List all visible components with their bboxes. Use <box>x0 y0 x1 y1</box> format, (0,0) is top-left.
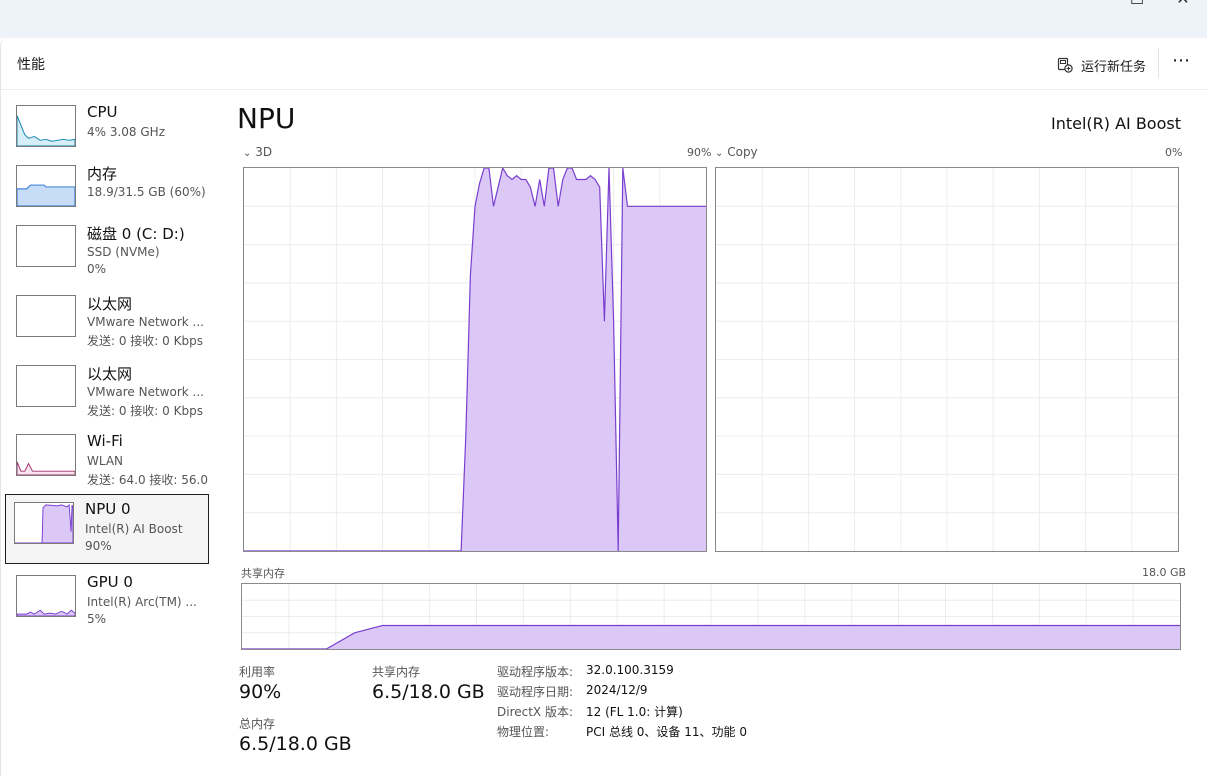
sidebar-thumbnail-graph <box>16 225 76 267</box>
driver-date-label: 驱动程序日期: <box>497 685 574 699</box>
utilization-value: 90% <box>239 681 282 703</box>
graph-3d-percent: 90% <box>687 146 712 159</box>
chevron-down-icon: ⌄ <box>243 148 252 159</box>
more-icon: ⋯ <box>1172 50 1190 71</box>
sidebar-item[interactable]: Wi-Fi WLAN 发送: 64.0 接收: 56.0 K <box>7 426 211 496</box>
sidebar-item-detail: 发送: 0 接收: 0 Kbps <box>87 404 203 418</box>
sidebar-item-detail: 90% <box>85 539 112 553</box>
driver-version-value: 32.0.100.3159 <box>586 663 674 677</box>
sidebar-thumbnail-graph <box>16 434 76 476</box>
sidebar-sparkline <box>17 461 75 475</box>
graph-copy-selector[interactable]: ⌄ Copy <box>715 145 758 159</box>
sidebar-item-title: 以太网 <box>87 365 133 383</box>
page-title: 性能 <box>17 57 45 73</box>
run-task-icon <box>1057 57 1073 73</box>
sidebar-item-subtitle: 4% 3.08 GHz <box>87 125 166 139</box>
graph-copy-label: Copy <box>727 145 758 159</box>
shared-memory-label: 共享内存 <box>241 567 285 580</box>
run-new-task-label: 运行新任务 <box>1081 59 1147 75</box>
sidebar-item-subtitle: SSD (NVMe) <box>87 245 160 259</box>
device-title: NPU <box>237 102 296 135</box>
run-new-task-button[interactable]: 运行新任务 <box>1057 54 1146 76</box>
shared-memory-stat-label: 共享内存 <box>372 665 421 679</box>
sidebar-thumbnail-graph <box>14 502 74 544</box>
graph-3d-label: 3D <box>255 145 273 159</box>
header-divider <box>1158 48 1159 78</box>
sidebar-item-detail: 5% <box>87 612 107 626</box>
minimize-button[interactable]: — <box>1070 0 1116 12</box>
sidebar-item-subtitle: Intel(R) AI Boost <box>85 522 183 536</box>
performance-panel: 性能 运行新任务 ⋯ CPU 4% 3.08 GHz 内存 18.9/31.5 GB … <box>0 38 1207 776</box>
sidebar-item[interactable]: GPU 0 Intel(R) Arc(TM) ... 5% <box>7 567 208 637</box>
close-button[interactable]: ✕ <box>1160 0 1206 12</box>
sidebar-item-title: GPU 0 <box>87 573 133 591</box>
driver-date-value: 2024/12/9 <box>586 683 648 697</box>
shared-memory-graph <box>241 583 1181 650</box>
sidebar-item[interactable]: NPU 0 Intel(R) AI Boost 90% <box>5 494 209 564</box>
graph-3d <box>243 167 707 552</box>
sidebar-thumbnail-graph <box>16 575 76 617</box>
sidebar-thumbnail-graph <box>16 365 76 407</box>
sidebar-sparkline <box>17 609 75 616</box>
shared-memory-series-area <box>242 625 1180 649</box>
chevron-down-icon: ⌄ <box>715 148 724 159</box>
driver-version-label: 驱动程序版本: <box>497 665 574 679</box>
directx-version-value: 12 (FL 1.0: 计算) <box>586 705 683 719</box>
total-memory-value: 6.5/18.0 GB <box>239 733 352 755</box>
graph-copy-percent: 0% <box>1165 146 1183 159</box>
utilization-label: 利用率 <box>239 665 276 679</box>
maximize-button[interactable]: ☐ <box>1114 0 1160 12</box>
shared-memory-max: 18.0 GB <box>1142 566 1187 579</box>
sidebar-item-subtitle: VMware Network ... <box>87 385 204 399</box>
graph-copy <box>715 167 1179 552</box>
sidebar-item-title: 磁盘 0 (C: D:) <box>87 225 185 243</box>
graph-3d-selector[interactable]: ⌄ 3D <box>243 145 272 159</box>
physical-location-value: PCI 总线 0、设备 11、功能 0 <box>586 725 747 739</box>
sidebar-sparkline <box>17 184 75 206</box>
title-bar: — ☐ ✕ <box>0 0 1207 38</box>
sidebar-item-title: 内存 <box>87 165 118 183</box>
sidebar-item[interactable]: 以太网 VMware Network ... 发送: 0 接收: 0 Kbps <box>7 357 208 427</box>
sidebar-thumbnail-graph <box>16 295 76 337</box>
page-header: 性能 运行新任务 ⋯ <box>1 38 1207 90</box>
sidebar-item-title: 以太网 <box>87 295 133 313</box>
graph-copy-plot <box>716 168 1178 551</box>
sidebar-item-detail: 0% <box>87 262 107 276</box>
sidebar-item-title: NPU 0 <box>85 500 131 518</box>
sidebar-item-detail: 发送: 0 接收: 0 Kbps <box>87 334 203 348</box>
minimize-icon: — <box>1085 0 1101 8</box>
sidebar-item-subtitle: 18.9/31.5 GB (60%) <box>87 185 206 199</box>
graph-3d-plot <box>244 168 706 551</box>
sidebar-item-subtitle: WLAN <box>87 454 124 468</box>
physical-location-label: 物理位置: <box>497 725 550 739</box>
sidebar-thumbnail-graph <box>16 105 76 147</box>
sidebar-item[interactable]: 磁盘 0 (C: D:) SSD (NVMe) 0% <box>7 217 208 287</box>
sidebar-sparkline <box>15 503 73 543</box>
directx-version-label: DirectX 版本: <box>497 705 574 719</box>
sidebar-item-subtitle: VMware Network ... <box>87 315 204 329</box>
sidebar-thumbnail-graph <box>16 165 76 207</box>
sidebar-item-title: Wi-Fi <box>87 432 123 450</box>
device-name: Intel(R) AI Boost <box>1050 114 1181 133</box>
more-options-button[interactable]: ⋯ <box>1167 50 1195 76</box>
close-icon: ✕ <box>1176 0 1189 8</box>
sidebar-item-subtitle: Intel(R) Arc(TM) ... <box>87 595 197 609</box>
sidebar-item[interactable]: 以太网 VMware Network ... 发送: 0 接收: 0 Kbps <box>7 287 208 357</box>
maximize-icon: ☐ <box>1130 0 1144 8</box>
shared-memory-stat-value: 6.5/18.0 GB <box>372 681 485 703</box>
sidebar-sparkline <box>17 115 75 146</box>
shared-memory-plot <box>242 584 1180 649</box>
sidebar-item-title: CPU <box>87 103 118 121</box>
sidebar-item-detail: 发送: 64.0 接收: 56.0 K <box>87 473 211 487</box>
total-memory-label: 总内存 <box>239 717 276 731</box>
